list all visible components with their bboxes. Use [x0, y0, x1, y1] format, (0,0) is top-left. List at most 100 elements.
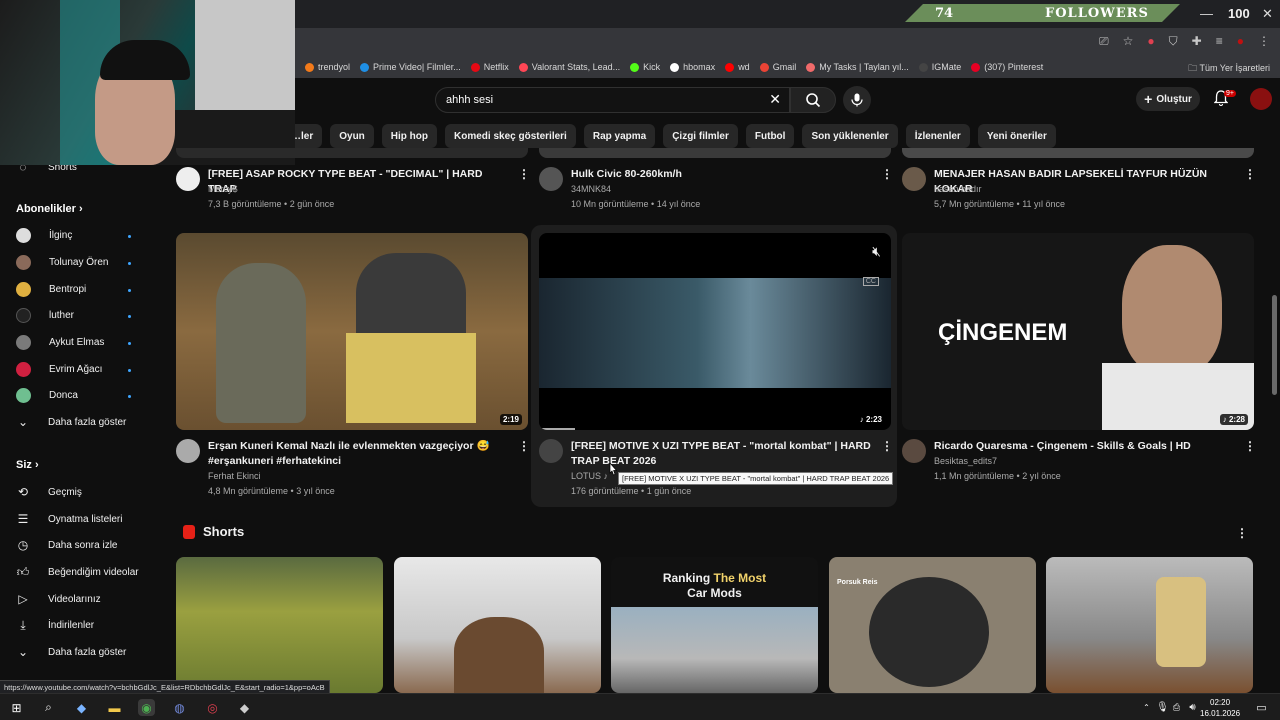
channel-avatar[interactable]: [539, 167, 563, 191]
video-menu-icon[interactable]: ⋮: [518, 439, 530, 453]
short-thumbnail[interactable]: Porsuk Reis: [829, 557, 1036, 693]
bookmark[interactable]: wd: [725, 62, 750, 72]
clear-search-icon[interactable]: ✕: [769, 91, 781, 108]
all-bookmarks[interactable]: 🗀 Tüm Yer İşaretleri: [1188, 61, 1270, 77]
short-thumbnail[interactable]: [1046, 557, 1253, 693]
shield-icon[interactable]: ⛉: [1169, 34, 1178, 49]
search-button[interactable]: [790, 87, 836, 113]
sidebar-item-history[interactable]: ⟲ Geçmiş: [16, 485, 82, 499]
sidebar-item-watch-later[interactable]: ◷ Daha sonra izle: [16, 538, 118, 552]
channel-name[interactable]: 34MNK84: [571, 184, 611, 194]
network-icon[interactable]: ⎙: [1168, 699, 1185, 716]
puzzle-icon[interactable]: ✚: [1192, 34, 1202, 49]
address-bar[interactable]: ⎚ ☆ ● ⛉ ✚ ≡ ● ⋮: [295, 28, 1280, 56]
sidebar-you-more[interactable]: ⌄ Daha fazla göster: [16, 645, 126, 659]
short-thumbnail[interactable]: [176, 557, 383, 693]
channel-name[interactable]: hasan badır: [934, 184, 982, 194]
video-title[interactable]: Ricardo Quaresma - Çingenem - Skills & G…: [934, 439, 1234, 454]
video-thumbnail[interactable]: 2:19: [176, 233, 528, 430]
short-thumbnail[interactable]: [394, 557, 601, 693]
channel-name[interactable]: Besiktas_edits7: [934, 456, 997, 466]
taskbar-clock[interactable]: 02:20 16.01.2026: [1200, 697, 1240, 719]
sidebar-item-playlists[interactable]: ☰ Oynatma listeleri: [16, 512, 123, 526]
copilot-icon[interactable]: ◆: [73, 699, 90, 716]
notifications-icon[interactable]: ▭: [1253, 699, 1270, 716]
sidebar-sub-item[interactable]: Tolunay Ören: [16, 255, 108, 270]
sidebar-item-liked[interactable]: 👍︎ Beğendiğim videolar: [16, 565, 139, 579]
discord-icon[interactable]: ◍: [171, 699, 188, 716]
windows-start-icon[interactable]: ⊞: [8, 699, 25, 716]
sidebar-subs-more[interactable]: ⌄ Daha fazla göster: [16, 415, 126, 429]
bookmark[interactable]: Kick: [630, 62, 660, 72]
app-icon[interactable]: ◎: [204, 699, 221, 716]
tray-chevron-icon[interactable]: ⌃: [1138, 699, 1155, 716]
bookmark[interactable]: hbomax: [670, 62, 715, 72]
bookmark[interactable]: My Tasks | Taylan yıl...: [806, 62, 909, 72]
tab-search-icon[interactable]: ≡: [1216, 34, 1223, 49]
sidebar-sub-item[interactable]: Bentropi: [16, 282, 86, 297]
chip[interactable]: Komedi skeç gösterileri: [445, 124, 576, 148]
sidebar-sub-item[interactable]: Aykut Elmas: [16, 335, 104, 350]
video-menu-icon[interactable]: ⋮: [1244, 439, 1256, 453]
channel-avatar[interactable]: [176, 439, 200, 463]
profile-icon[interactable]: ●: [1237, 34, 1244, 49]
video-title[interactable]: [FREE] ASAP ROCKY TYPE BEAT - "DECIMAL" …: [208, 167, 508, 197]
bookmark[interactable]: trendyol: [305, 62, 350, 72]
video-menu-icon[interactable]: ⋮: [1244, 167, 1256, 181]
video-menu-icon[interactable]: ⋮: [881, 167, 893, 181]
sidebar-sub-item[interactable]: İlginç: [16, 228, 72, 243]
create-button[interactable]: + Oluştur: [1136, 87, 1200, 111]
sidebar-sub-item[interactable]: luther: [16, 308, 74, 323]
video-thumbnail[interactable]: [539, 148, 891, 158]
video-thumbnail[interactable]: [176, 148, 528, 158]
minimize-icon[interactable]: —: [1200, 6, 1213, 21]
chip[interactable]: Oyun: [330, 124, 374, 148]
sidebar-sub-item[interactable]: Donca: [16, 388, 78, 403]
bookmark[interactable]: (307) Pinterest: [971, 62, 1043, 72]
shorts-menu-icon[interactable]: ⋮: [1236, 526, 1248, 540]
chip[interactable]: Futbol: [745, 124, 795, 148]
chip[interactable]: İzlenenler: [905, 124, 970, 148]
close-window-icon[interactable]: ✕: [1262, 6, 1273, 22]
subscriptions-heading[interactable]: Abonelikler ›: [16, 203, 83, 215]
bookmark[interactable]: IGMate: [918, 62, 961, 72]
chrome-icon[interactable]: ◉: [138, 699, 155, 716]
short-thumbnail[interactable]: Ranking The Most Car Mods: [611, 557, 818, 693]
mute-icon[interactable]: 🔇︎: [872, 243, 881, 260]
bookmark[interactable]: Prime Video| Filmler...: [360, 62, 461, 72]
channel-avatar[interactable]: [539, 439, 563, 463]
bookmark-star-icon[interactable]: ☆: [1123, 34, 1134, 49]
channel-name[interactable]: Ferhat Ekinci: [208, 471, 261, 481]
chip[interactable]: Hip hop: [381, 124, 438, 148]
video-thumbnail[interactable]: [902, 148, 1254, 158]
captions-icon[interactable]: CC: [862, 277, 879, 286]
sidebar-sub-item[interactable]: Evrim Ağacı: [16, 362, 102, 377]
chip[interactable]: Yeni öneriler: [977, 124, 1056, 148]
account-avatar[interactable]: [1250, 88, 1272, 110]
search-icon[interactable]: ⌕: [40, 699, 57, 716]
sidebar-item-downloads[interactable]: ⤓ İndirilenler: [16, 618, 94, 632]
video-thumbnail[interactable]: ÇİNGENEM ♪ 2:28: [902, 233, 1254, 430]
bookmark[interactable]: Valorant Stats, Lead...: [518, 62, 620, 72]
extension-red-icon[interactable]: ●: [1147, 34, 1154, 49]
app-icon[interactable]: ◆: [236, 699, 253, 716]
channel-name[interactable]: LOTUS ♪: [571, 471, 608, 481]
chip[interactable]: Çizgi filmler: [663, 124, 738, 148]
channel-avatar[interactable]: [176, 167, 200, 191]
voice-search-button[interactable]: [843, 86, 871, 114]
chip[interactable]: Son yüklenenler: [802, 124, 898, 148]
video-menu-icon[interactable]: ⋮: [881, 439, 893, 453]
search-input[interactable]: ahhh sesi ✕: [435, 87, 790, 113]
sidebar-item-your-videos[interactable]: ▷ Videolarınız: [16, 592, 100, 606]
video-preview-player[interactable]: 🔇︎ CC ♪ 2:23: [539, 233, 891, 430]
menu-kebab-icon[interactable]: ⋮: [1258, 34, 1270, 49]
bookmark[interactable]: Gmail: [759, 62, 796, 72]
channel-name[interactable]: Mercy$: [208, 184, 238, 194]
you-heading[interactable]: Siz ›: [16, 459, 39, 471]
channel-avatar[interactable]: [902, 167, 926, 191]
volume-icon[interactable]: 🔊︎: [1184, 699, 1201, 716]
cast-icon[interactable]: ⎚: [1099, 34, 1109, 49]
chip[interactable]: Rap yapma: [583, 124, 656, 148]
video-title[interactable]: Hulk Civic 80-260km/h: [571, 167, 871, 182]
bookmark[interactable]: Netflix: [470, 62, 509, 72]
